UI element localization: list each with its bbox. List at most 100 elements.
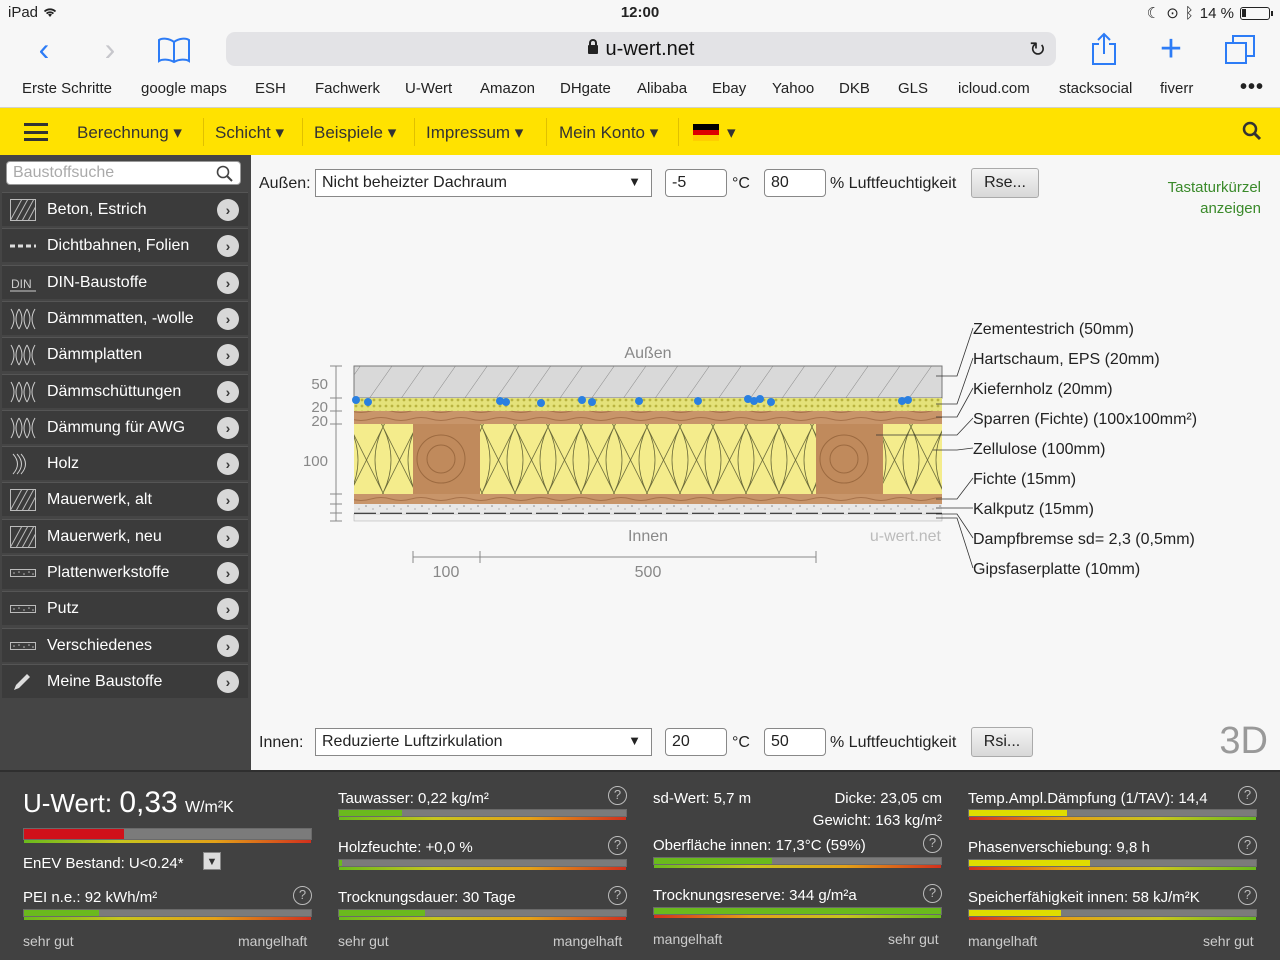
hatch-icon — [9, 489, 37, 512]
enev-dropdown-icon[interactable]: ▼ — [203, 852, 221, 870]
bookmarks-icon[interactable] — [154, 30, 194, 70]
help-icon[interactable]: ? — [1238, 886, 1257, 905]
sidebar-item[interactable]: Verschiedenes › — [2, 627, 248, 662]
bookmark-item[interactable]: Alibaba — [637, 80, 687, 97]
chevron-right-icon[interactable]: › — [217, 416, 239, 439]
bookmark-item[interactable]: Amazon — [480, 80, 535, 97]
inside-side-label: Innen — [628, 528, 668, 545]
rsi-button[interactable]: Rsi... — [971, 727, 1033, 757]
bookmark-item[interactable]: DHgate — [560, 80, 611, 97]
inside-humidity-input[interactable]: 50 — [764, 728, 826, 756]
bookmark-item[interactable]: google maps — [141, 80, 227, 97]
bookmark-item[interactable]: ESH — [255, 80, 286, 97]
bookmark-item[interactable]: Fachwerk — [315, 80, 380, 97]
sidebar-item[interactable]: Putz › — [2, 591, 248, 626]
bookmark-item[interactable]: U-Wert — [405, 80, 452, 97]
rse-button[interactable]: Rse... — [971, 168, 1039, 198]
inside-condition-select[interactable]: Reduzierte Luftzirkulation ▼ — [315, 728, 652, 756]
help-icon[interactable]: ? — [608, 786, 627, 805]
layer-label: Dampfbremse sd= 2,3 (0,5mm) — [973, 531, 1195, 548]
chevron-right-icon[interactable]: › — [217, 489, 239, 512]
uwert-display: U-Wert: 0,33 W/m²K — [23, 786, 234, 819]
chevron-right-icon[interactable]: › — [217, 634, 239, 657]
chevron-right-icon[interactable]: › — [217, 271, 239, 294]
board-icon — [10, 562, 36, 584]
hamburger-icon[interactable] — [24, 123, 48, 141]
new-tab-icon[interactable]: + — [1151, 30, 1191, 70]
chevron-right-icon[interactable]: › — [217, 199, 239, 221]
menu-impressum[interactable]: Impressum ▾ — [426, 123, 523, 143]
sidebar-item[interactable]: Mauerwerk, neu › — [2, 518, 248, 553]
chevron-right-icon[interactable]: › — [217, 344, 239, 367]
menu-schicht[interactable]: Schicht ▾ — [215, 123, 284, 143]
3d-toggle[interactable]: 3D — [1219, 720, 1268, 763]
shortcut-link[interactable]: Tastaturkürzel anzeigen — [1168, 177, 1261, 219]
outside-side-label: Außen — [624, 345, 671, 362]
bookmark-item[interactable]: DKB — [839, 80, 870, 97]
material-search-input[interactable] — [7, 162, 207, 184]
help-icon[interactable]: ? — [1238, 836, 1257, 855]
svg-text:DIN: DIN — [11, 277, 32, 291]
help-icon[interactable]: ? — [1238, 786, 1257, 805]
outside-condition-select[interactable]: Nicht beheizter Dachraum ▼ — [315, 169, 652, 197]
sidebar-item[interactable]: Dichtbahnen, Folien › — [2, 228, 248, 263]
search-icon[interactable] — [1242, 121, 1262, 141]
sidebar-item-label: Dämmplatten — [47, 346, 143, 364]
forward-icon[interactable]: › — [90, 30, 130, 70]
share-icon[interactable] — [1084, 30, 1124, 70]
chevron-right-icon[interactable]: › — [217, 380, 239, 403]
scale-good: sehr gut — [888, 931, 939, 947]
reload-icon[interactable]: ↻ — [1029, 37, 1046, 62]
bookmark-item[interactable]: Erste Schritte — [22, 80, 112, 97]
more-icon[interactable]: ••• — [1240, 76, 1264, 99]
language-caret[interactable]: ▾ — [727, 123, 736, 143]
uwert-value: 0,33 — [119, 786, 178, 819]
chevron-right-icon[interactable]: › — [217, 598, 239, 621]
bookmark-item[interactable]: Yahoo — [772, 80, 814, 97]
sidebar-item[interactable]: Beton, Estrich › — [2, 192, 248, 226]
sidebar-item[interactable]: Meine Baustoffe › — [2, 663, 248, 698]
sidebar-item[interactable]: Holz › — [2, 446, 248, 481]
bookmarks-bar: Erste Schritte google maps ESH Fachwerk … — [0, 74, 1280, 108]
german-flag-icon[interactable] — [693, 124, 719, 141]
clock: 12:00 — [620, 4, 660, 21]
menu-beispiele[interactable]: Beispiele ▾ — [314, 123, 396, 143]
outside-temperature-input[interactable]: -5 — [665, 169, 727, 197]
bookmark-item[interactable]: icloud.com — [958, 80, 1030, 97]
chevron-right-icon[interactable]: › — [217, 235, 239, 258]
help-icon[interactable]: ? — [608, 886, 627, 905]
results-panel: U-Wert: 0,33 W/m²K EnEV Bestand: U<0.24*… — [0, 770, 1280, 960]
sidebar-item[interactable]: DIN DIN-Baustoffe › — [2, 264, 248, 299]
sidebar-item[interactable]: Dämmmatten, -wolle › — [2, 300, 248, 335]
chevron-right-icon[interactable]: › — [217, 453, 239, 476]
sidebar-item[interactable]: Dämmschüttungen › — [2, 373, 248, 408]
help-icon[interactable]: ? — [293, 886, 312, 905]
pei-bar — [23, 909, 312, 920]
chevron-right-icon[interactable]: › — [217, 562, 239, 584]
back-icon[interactable]: ‹ — [24, 30, 64, 70]
help-icon[interactable]: ? — [923, 884, 942, 903]
bookmark-item[interactable]: stacksocial — [1059, 80, 1132, 97]
sidebar-item[interactable]: Mauerwerk, alt › — [2, 482, 248, 517]
tabs-icon[interactable] — [1220, 30, 1260, 70]
dim-label: 100 — [433, 564, 460, 581]
inside-temperature-input[interactable]: 20 — [665, 728, 727, 756]
sidebar-item[interactable]: Dämmung für AWG › — [2, 409, 248, 444]
bookmark-item[interactable]: GLS — [898, 80, 928, 97]
menu-berechnung[interactable]: Berechnung ▾ — [77, 123, 182, 143]
menu-mein-konto[interactable]: Mein Konto ▾ — [559, 123, 658, 143]
sidebar-item[interactable]: Dämmplatten › — [2, 337, 248, 372]
chevron-right-icon[interactable]: › — [217, 525, 239, 548]
inside-humidity-unit: % Luftfeuchtigkeit — [830, 734, 957, 751]
address-bar[interactable]: u-wert.net ↻ — [226, 32, 1056, 66]
help-icon[interactable]: ? — [608, 836, 627, 855]
search-icon[interactable] — [216, 165, 234, 188]
outside-humidity-input[interactable]: 80 — [764, 169, 826, 197]
sidebar-item[interactable]: Plattenwerkstoffe › — [2, 555, 248, 589]
chevron-right-icon[interactable]: › — [217, 670, 239, 693]
bookmark-item[interactable]: Ebay — [712, 80, 746, 97]
chevron-right-icon[interactable]: › — [217, 307, 239, 330]
bookmark-item[interactable]: fiverr — [1160, 80, 1193, 97]
help-icon[interactable]: ? — [923, 834, 942, 853]
sidebar-item-label: Verschiedenes — [47, 636, 152, 654]
